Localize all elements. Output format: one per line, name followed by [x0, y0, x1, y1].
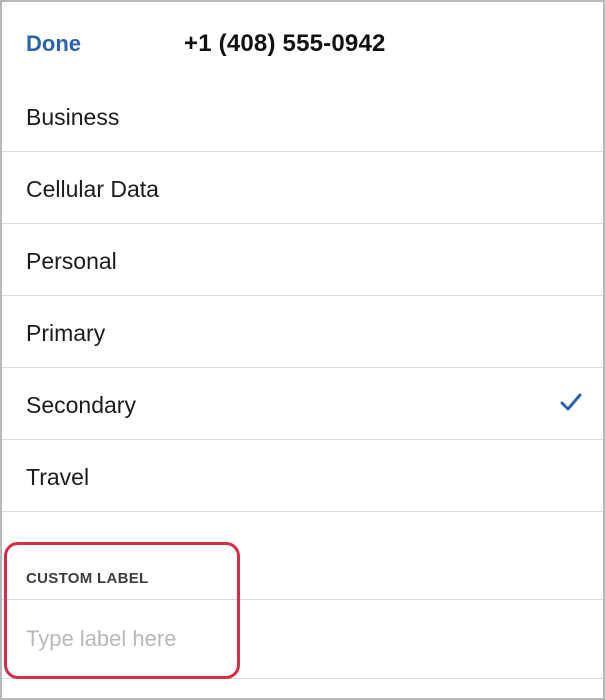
- label-row-text: Cellular Data: [26, 176, 159, 202]
- label-row-business[interactable]: Business: [2, 80, 603, 152]
- label-row-text: Personal: [26, 248, 117, 274]
- label-row-text: Primary: [26, 320, 106, 346]
- label-row-secondary[interactable]: Secondary: [2, 368, 603, 440]
- label-row-text: Secondary: [26, 392, 136, 418]
- label-row-text: Travel: [26, 464, 90, 490]
- label-row-text: Business: [26, 104, 120, 130]
- phone-number-title: +1 (408) 555-0942: [184, 30, 386, 57]
- label-list: Business Cellular Data Personal Primary …: [2, 80, 603, 512]
- label-row-personal[interactable]: Personal: [2, 224, 603, 296]
- custom-label-heading: CUSTOM LABEL: [26, 570, 149, 587]
- label-picker-screen: Done +1 (408) 555-0942 Business Cellular…: [0, 0, 605, 700]
- custom-label-input[interactable]: [26, 623, 546, 655]
- header-bar: Done +1 (408) 555-0942: [2, 2, 603, 81]
- custom-label-divider: [2, 599, 603, 600]
- done-button[interactable]: Done: [26, 31, 81, 57]
- label-row-travel[interactable]: Travel: [2, 440, 603, 512]
- label-row-primary[interactable]: Primary: [2, 296, 603, 368]
- custom-label-bottom-divider: [2, 678, 603, 679]
- label-row-cellular-data[interactable]: Cellular Data: [2, 152, 603, 224]
- checkmark-icon: [560, 393, 582, 411]
- custom-label-section: CUSTOM LABEL: [2, 512, 603, 698]
